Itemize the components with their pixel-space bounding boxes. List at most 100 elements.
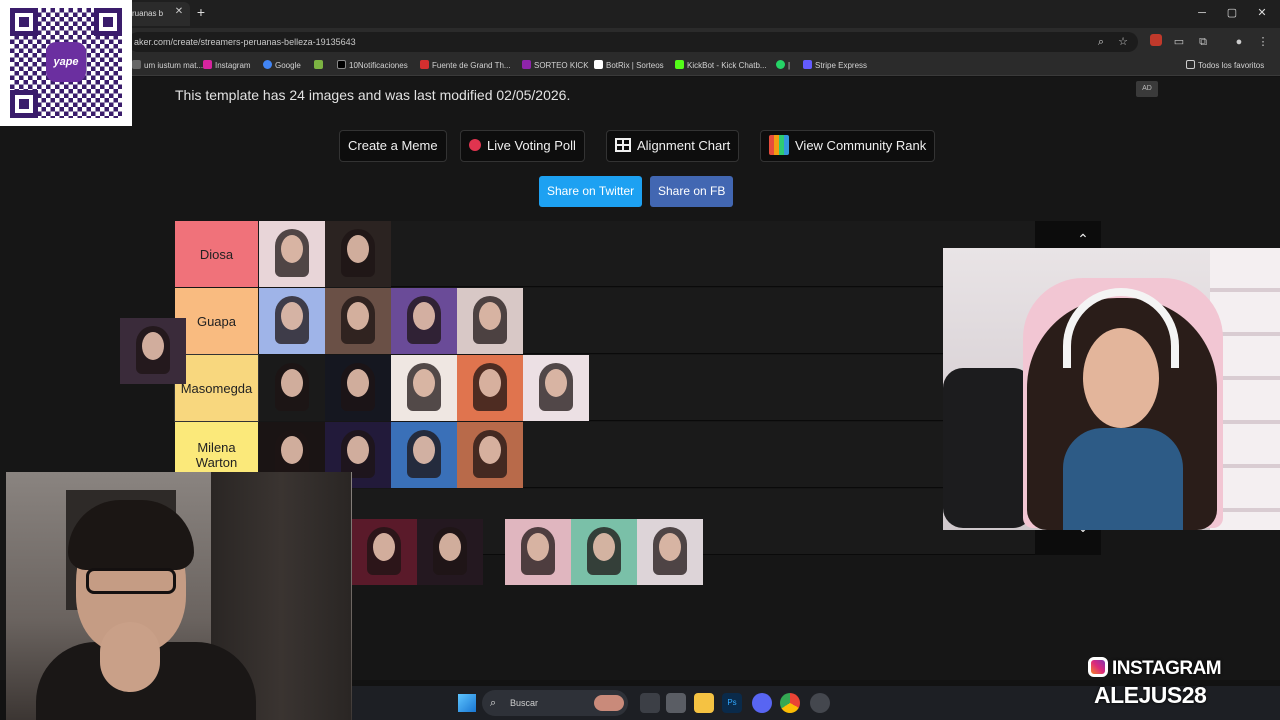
discord-icon[interactable] bbox=[752, 693, 772, 713]
portrait-face bbox=[527, 533, 549, 561]
tier-image[interactable] bbox=[637, 519, 703, 585]
tab-close-icon[interactable]: ✕ bbox=[172, 5, 186, 19]
tier-image[interactable] bbox=[457, 288, 523, 354]
portrait-face bbox=[659, 533, 681, 561]
tier-image[interactable] bbox=[259, 355, 325, 421]
share-fb-button[interactable]: Share on FB bbox=[650, 176, 734, 207]
url-input[interactable]: aker.com/create/streamers-peruanas-belle… bbox=[128, 32, 1138, 52]
tier-image[interactable] bbox=[523, 355, 589, 421]
create-meme-button[interactable]: Create a Meme bbox=[339, 130, 447, 162]
bookmarks-bar: um iustum mat... Instagram Google 10Noti… bbox=[0, 56, 1280, 76]
tier-image[interactable] bbox=[391, 355, 457, 421]
instagram-overlay: INSTAGRAM bbox=[1088, 657, 1248, 679]
task-view-icon[interactable] bbox=[640, 693, 660, 713]
yape-logo: yape bbox=[46, 42, 86, 82]
portrait-face bbox=[281, 302, 303, 330]
menu-kebab-icon[interactable]: ⋮ bbox=[1256, 35, 1270, 49]
windows-start-icon[interactable] bbox=[458, 694, 476, 712]
browser-address-bar: aker.com/create/streamers-peruanas-belle… bbox=[0, 28, 1280, 56]
bookmark-item[interactable]: um iustum mat... bbox=[132, 59, 203, 73]
browser-tab-strip: ruanas b ✕ + ─ ▢ ✕ bbox=[0, 0, 1280, 28]
taskbar-widget-icon[interactable] bbox=[594, 695, 624, 711]
search-icon: ⌕ bbox=[490, 697, 497, 709]
dragging-tier-image[interactable] bbox=[120, 318, 186, 384]
guest-top bbox=[1063, 428, 1183, 530]
portrait-face bbox=[413, 436, 435, 464]
tier-image[interactable] bbox=[325, 221, 391, 287]
tier-rank-icon bbox=[769, 135, 789, 155]
minimize-icon[interactable]: ─ bbox=[1190, 4, 1214, 22]
portrait-face bbox=[347, 369, 369, 397]
qr-finder-marker bbox=[10, 90, 38, 118]
tier-image[interactable] bbox=[457, 422, 523, 488]
alignment-chart-button[interactable]: Alignment Chart bbox=[606, 130, 740, 162]
tier-image[interactable] bbox=[391, 422, 457, 488]
streamer-hand bbox=[100, 622, 160, 692]
record-dot-icon bbox=[469, 139, 481, 151]
taskbar-app-icon[interactable] bbox=[810, 693, 830, 713]
tier-image[interactable] bbox=[351, 519, 417, 585]
taskbar-app-icon[interactable] bbox=[666, 693, 686, 713]
tier-image[interactable] bbox=[457, 355, 523, 421]
bookmark-item[interactable]: | bbox=[776, 59, 790, 73]
zoom-icon[interactable]: ⌕ bbox=[1094, 35, 1108, 49]
tier-image[interactable] bbox=[505, 519, 571, 585]
bookmark-star-icon[interactable]: ☆ bbox=[1116, 35, 1130, 49]
grid-icon bbox=[615, 138, 631, 152]
portrait-face bbox=[347, 302, 369, 330]
tier-image[interactable] bbox=[325, 288, 391, 354]
bookmark-item[interactable]: Fuente de Grand Th... bbox=[420, 59, 511, 73]
bookmark-item[interactable]: KickBot - Kick Chatb... bbox=[675, 59, 767, 73]
extension-icon[interactable]: ▭ bbox=[1172, 35, 1186, 49]
portrait-face bbox=[439, 533, 461, 561]
tier-image[interactable] bbox=[571, 519, 637, 585]
extension-badge-icon[interactable] bbox=[1150, 34, 1162, 46]
share-twitter-button[interactable]: Share on Twitter bbox=[539, 176, 643, 207]
guest-webcam bbox=[943, 248, 1280, 530]
qr-finder-marker bbox=[94, 8, 122, 36]
streamer-glasses bbox=[86, 568, 176, 594]
chrome-icon[interactable] bbox=[780, 693, 800, 713]
instagram-handle: ALEJUS28 bbox=[1094, 682, 1207, 708]
live-voting-poll-button[interactable]: Live Voting Poll bbox=[460, 130, 585, 162]
bookmark-item[interactable]: SORTEO KICK bbox=[522, 59, 589, 73]
close-window-icon[interactable]: ✕ bbox=[1250, 4, 1274, 22]
all-favorites-folder[interactable]: Todos los favoritos bbox=[1186, 59, 1264, 73]
background-object bbox=[943, 368, 1033, 528]
portrait-face bbox=[142, 332, 164, 360]
photoshop-icon[interactable]: Ps bbox=[722, 693, 742, 713]
portrait-face bbox=[479, 369, 501, 397]
portrait-face bbox=[593, 533, 615, 561]
chevron-up-icon[interactable]: ⌃ bbox=[1073, 231, 1093, 248]
template-info-text: This template has 24 images and was last… bbox=[175, 87, 571, 103]
bookmark-item[interactable]: BotRix | Sorteos bbox=[594, 59, 664, 73]
tier-image[interactable] bbox=[391, 288, 457, 354]
instagram-icon bbox=[1088, 657, 1108, 677]
ad-badge[interactable]: AD bbox=[1136, 81, 1158, 97]
tier-image[interactable] bbox=[259, 221, 325, 287]
restore-icon[interactable]: ▢ bbox=[1220, 4, 1244, 22]
new-tab-icon[interactable]: + bbox=[193, 4, 209, 20]
tier-image[interactable] bbox=[259, 288, 325, 354]
tier-image[interactable] bbox=[325, 355, 391, 421]
portrait-face bbox=[413, 302, 435, 330]
bookmark-item[interactable]: 10Notificaciones bbox=[337, 59, 408, 73]
portrait-face bbox=[347, 235, 369, 263]
tier-label[interactable]: Guapa bbox=[175, 288, 258, 354]
puzzle-icon[interactable]: ⧉ bbox=[1196, 35, 1210, 49]
view-community-rank-button[interactable]: View Community Rank bbox=[760, 130, 936, 162]
bookmark-item[interactable] bbox=[314, 59, 326, 73]
screen: ruanas b ✕ + ─ ▢ ✕ aker.com/create/strea… bbox=[0, 0, 1280, 720]
tier-label[interactable]: Diosa bbox=[175, 221, 258, 287]
portrait-face bbox=[281, 235, 303, 263]
bookmark-item[interactable]: Instagram bbox=[203, 59, 251, 73]
profile-icon[interactable]: ● bbox=[1232, 35, 1246, 49]
tier-label[interactable]: Masomegda bbox=[174, 354, 259, 422]
qr-finder-marker bbox=[10, 8, 38, 36]
bookmark-item[interactable]: Google bbox=[263, 59, 301, 73]
tier-image[interactable] bbox=[417, 519, 483, 585]
bookmark-item[interactable]: Stripe Express bbox=[803, 59, 867, 73]
file-explorer-icon[interactable] bbox=[694, 693, 714, 713]
yape-qr-code: yape bbox=[0, 0, 132, 126]
portrait-face bbox=[545, 369, 567, 397]
